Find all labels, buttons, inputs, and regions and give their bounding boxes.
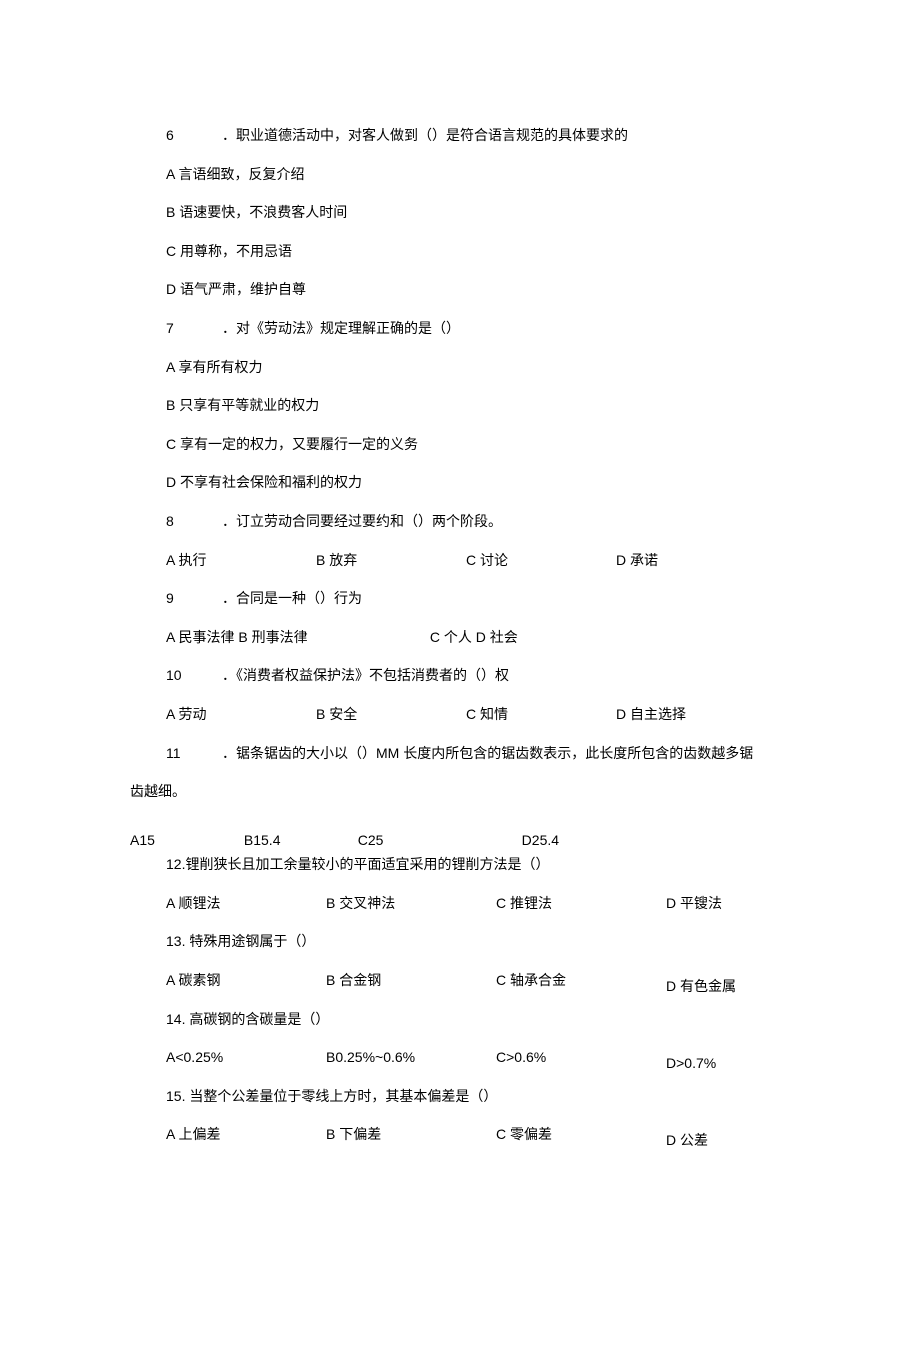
q9-option-ab: A 民事法律 B 刑事法律	[166, 624, 426, 651]
q7-stem: 7 ．对《劳动法》规定理解正确的是（）	[166, 315, 860, 342]
q7-option-c: C 享有一定的权力，又要履行一定的义务	[166, 431, 860, 458]
q8-option-d: D 承诺	[616, 547, 658, 574]
q11-option-d: D25.4	[522, 827, 559, 854]
q12-option-b: B 交叉神法	[326, 890, 496, 917]
q12-option-c: C 推锂法	[496, 890, 666, 917]
q15-option-c: C 零偏差	[496, 1121, 666, 1148]
q14-option-b: B0.25%~0.6%	[326, 1044, 496, 1071]
q9-option-cd: C 个人 D 社会	[430, 629, 518, 645]
q11-option-b: B15.4	[244, 827, 354, 854]
q15-option-b: B 下偏差	[326, 1121, 496, 1148]
q10-options: A 劳动 B 安全 C 知情 D 自主选择	[166, 701, 860, 728]
q12-stem: 12.锂削狭长且加工余量较小的平面适宜采用的锂削方法是（）	[166, 851, 860, 878]
q14-options: A<0.25% B0.25%~0.6% C>0.6% D>0.7%	[166, 1044, 860, 1071]
q9-stem: 9 ．合同是一种（）行为	[166, 585, 860, 612]
q12-options: A 顺锂法 B 交叉神法 C 推锂法 D 平锼法	[166, 890, 860, 917]
q15-stem: 15. 当整个公差量位于零线上方时，其基本偏差是（）	[166, 1083, 860, 1110]
q10-option-c: C 知情	[466, 701, 616, 728]
q11-stem: 11 ．锯条锯齿的大小以（）MM 长度内所包含的锯齿数表示，此长度所包含的齿数越多…	[166, 740, 860, 767]
q11-number: 11	[166, 740, 190, 767]
q7-number: 7	[166, 315, 190, 342]
q6-number: 6	[166, 122, 190, 149]
q14-stem: 14. 高碳钢的含碳量是（）	[166, 1006, 860, 1033]
q13-options: A 碳素钢 B 合金钢 C 轴承合金 D 有色金属	[166, 967, 860, 994]
document-body: 6 ．职业道德活动中，对客人做到（）是符合语言规范的具体要求的 A 言语细致，反复…	[166, 122, 860, 766]
q15-option-a: A 上偏差	[166, 1121, 326, 1148]
q8-number: 8	[166, 508, 190, 535]
q11-option-c: C25	[358, 827, 518, 854]
q14-option-d: D>0.7%	[666, 1050, 716, 1077]
q6-text: ．职业道德活动中，对客人做到（）是符合语言规范的具体要求的	[222, 127, 628, 143]
q6-option-a: A 言语细致，反复介绍	[166, 161, 860, 188]
q12-option-a: A 顺锂法	[166, 890, 326, 917]
q10-option-a: A 劳动	[166, 701, 316, 728]
q11-cont: 齿越细。	[130, 778, 920, 805]
q6-option-d: D 语气严肃，维护自尊	[166, 276, 860, 303]
q11-options: A15 B15.4 C25 D25.4	[130, 827, 920, 854]
q8-text: ．订立劳动合同要经过要约和（）两个阶段。	[222, 513, 502, 529]
q9-text: ．合同是一种（）行为	[222, 590, 362, 606]
q10-option-b: B 安全	[316, 701, 466, 728]
q7-option-a: A 享有所有权力	[166, 354, 860, 381]
q14-option-c: C>0.6%	[496, 1044, 666, 1071]
q6-option-b: B 语速要快，不浪费客人时间	[166, 199, 860, 226]
q6-stem: 6 ．职业道德活动中，对客人做到（）是符合语言规范的具体要求的	[166, 122, 860, 149]
q12-option-d: D 平锼法	[666, 890, 722, 917]
q9-options: A 民事法律 B 刑事法律 C 个人 D 社会	[166, 624, 860, 651]
q7-text: ．对《劳动法》规定理解正确的是（）	[222, 320, 460, 336]
q8-option-a: A 执行	[166, 547, 316, 574]
q7-option-b: B 只享有平等就业的权力	[166, 392, 860, 419]
q8-option-c: C 讨论	[466, 547, 616, 574]
q13-option-b: B 合金钢	[326, 967, 496, 994]
q13-option-d: D 有色金属	[666, 973, 736, 1000]
q15-options: A 上偏差 B 下偏差 C 零偏差 D 公差	[166, 1121, 860, 1148]
q10-number: 10	[166, 662, 190, 689]
q8-options: A 执行 B 放弃 C 讨论 D 承诺	[166, 547, 860, 574]
q13-option-a: A 碳素钢	[166, 967, 326, 994]
q8-stem: 8 ．订立劳动合同要经过要约和（）两个阶段。	[166, 508, 860, 535]
q13-option-c: C 轴承合金	[496, 967, 666, 994]
q11-text: ．锯条锯齿的大小以（）MM 长度内所包含的锯齿数表示，此长度所包含的齿数越多锯	[222, 745, 753, 761]
q10-option-d: D 自主选择	[616, 701, 686, 728]
q11-option-a: A15	[130, 827, 240, 854]
q13-stem: 13. 特殊用途钢属于（）	[166, 928, 860, 955]
q9-number: 9	[166, 585, 190, 612]
q14-option-a: A<0.25%	[166, 1044, 326, 1071]
q7-option-d: D 不享有社会保险和福利的权力	[166, 469, 860, 496]
q10-text: ．《消费者权益保护法》不包括消费者的（）权	[222, 667, 509, 683]
q10-stem: 10 ．《消费者权益保护法》不包括消费者的（）权	[166, 662, 860, 689]
q8-option-b: B 放弃	[316, 547, 466, 574]
q6-option-c: C 用尊称，不用忌语	[166, 238, 860, 265]
q15-option-d: D 公差	[666, 1127, 708, 1154]
